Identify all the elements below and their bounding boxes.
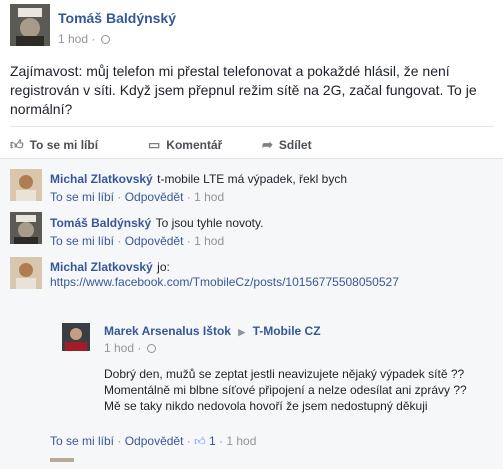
shared-link[interactable]: https://www.facebook.com/TmobileCz/posts… bbox=[50, 275, 399, 289]
comment-body: Tomáš Baldýnský To jsou tyhle novoty. bbox=[50, 214, 263, 232]
share-label: Sdílet bbox=[278, 138, 312, 152]
embedded-line: Mě se taky nikdo nedovola hovoří že jsem… bbox=[104, 399, 428, 413]
comment-like-link[interactable]: To se mi líbí bbox=[50, 190, 114, 204]
dot-separator: · bbox=[117, 434, 125, 448]
comment-label: Komentář bbox=[166, 138, 223, 152]
dot-separator: · bbox=[186, 434, 195, 448]
embedded-author[interactable]: Marek Arsenalus Ištok bbox=[104, 324, 231, 338]
thumbs-up-icon: 👍︎ bbox=[10, 137, 24, 152]
comment-reply-link[interactable]: Odpovědět bbox=[125, 234, 184, 248]
comment-like-link[interactable]: To se mi líbí bbox=[50, 434, 114, 448]
post-actions: 👍︎ To se mi líbí ▭ Komentář ➦ Sdílet bbox=[10, 126, 494, 161]
dot-separator: · bbox=[91, 32, 99, 46]
comment-time[interactable]: 1 hod bbox=[226, 434, 256, 448]
comment-text: t-mobile LTE má výpadek, řekl bych bbox=[157, 172, 348, 186]
like-button[interactable]: 👍︎ To se mi líbí bbox=[10, 137, 98, 153]
comment-reply-link[interactable]: Odpovědět bbox=[125, 190, 184, 204]
embedded-meta: 1 hod · bbox=[104, 341, 156, 355]
next-comment-avatar bbox=[50, 458, 74, 462]
globe-icon bbox=[100, 35, 110, 44]
post-time[interactable]: 1 hod bbox=[58, 32, 88, 46]
embedded-time[interactable]: 1 hod bbox=[104, 341, 134, 355]
comment-meta: To se mi líbí · Odpovědět · 👍︎ 1 · 1 hod bbox=[50, 434, 256, 448]
comment-avatar[interactable] bbox=[10, 212, 42, 244]
dot-separator: · bbox=[117, 190, 125, 204]
embedded-header: Marek Arsenalus Ištok ▶ T-Mobile CZ bbox=[104, 324, 321, 338]
shared-link-url[interactable]: https://www.facebook.com/TmobileCz/posts… bbox=[50, 275, 399, 289]
arrow-right-icon: ▶ bbox=[238, 327, 246, 337]
comment-author[interactable]: Michal Zlatkovský bbox=[50, 172, 153, 186]
embedded-author-avatar[interactable] bbox=[62, 323, 90, 351]
comment-body: Michal Zlatkovský t-mobile LTE má výpade… bbox=[50, 170, 347, 188]
post-author-name[interactable]: Tomáš Baldýnský bbox=[58, 10, 176, 26]
comment-reply-link[interactable]: Odpovědět bbox=[125, 434, 184, 448]
comment-author[interactable]: Michal Zlatkovský bbox=[50, 260, 153, 274]
comment-body: Michal Zlatkovský jo: bbox=[50, 258, 170, 276]
comment-button[interactable]: ▭ Komentář bbox=[148, 137, 222, 153]
like-label: To se mi líbí bbox=[29, 138, 99, 152]
globe-icon bbox=[146, 344, 156, 353]
comment-time[interactable]: 1 hod bbox=[194, 234, 224, 248]
post-meta: 1 hod · bbox=[58, 32, 110, 46]
comment-like-link[interactable]: To se mi líbí bbox=[50, 234, 114, 248]
comment-author[interactable]: Tomáš Baldýnský bbox=[50, 216, 151, 230]
share-icon: ➦ bbox=[262, 137, 273, 152]
comment-text: To jsou tyhle novoty. bbox=[155, 216, 264, 230]
share-button[interactable]: ➦ Sdílet bbox=[262, 137, 312, 153]
comment-avatar[interactable] bbox=[10, 169, 42, 201]
embedded-text: Dobrý den, mužů se zeptat jestli neavizu… bbox=[104, 366, 467, 414]
dot-separator: · bbox=[117, 234, 125, 248]
dot-separator: · bbox=[137, 341, 145, 355]
post-text: Zajímavost: můj telefon mi přestal telef… bbox=[10, 63, 477, 117]
comments-section: Michal Zlatkovský t-mobile LTE má výpade… bbox=[0, 158, 503, 469]
comment-time[interactable]: 1 hod bbox=[194, 190, 224, 204]
embedded-target-page[interactable]: T-Mobile CZ bbox=[253, 324, 321, 338]
comment-text: jo: bbox=[157, 260, 170, 274]
embedded-line: Momentálně mi blbne síťové připojení a n… bbox=[104, 383, 467, 397]
embedded-line: Dobrý den, mužů se zeptat jestli neavizu… bbox=[104, 367, 465, 381]
author-avatar[interactable] bbox=[10, 4, 50, 46]
like-count-icon: 👍︎ bbox=[194, 436, 206, 448]
comment-meta: To se mi líbí · Odpovědět · 1 hod bbox=[50, 190, 224, 204]
post-header: Tomáš Baldýnský 1 hod · bbox=[10, 4, 500, 50]
comment-avatar[interactable] bbox=[10, 257, 42, 289]
comment-meta: To se mi líbí · Odpovědět · 1 hod bbox=[50, 234, 224, 248]
like-count[interactable]: 1 bbox=[209, 434, 216, 448]
comment-icon: ▭ bbox=[148, 137, 161, 152]
